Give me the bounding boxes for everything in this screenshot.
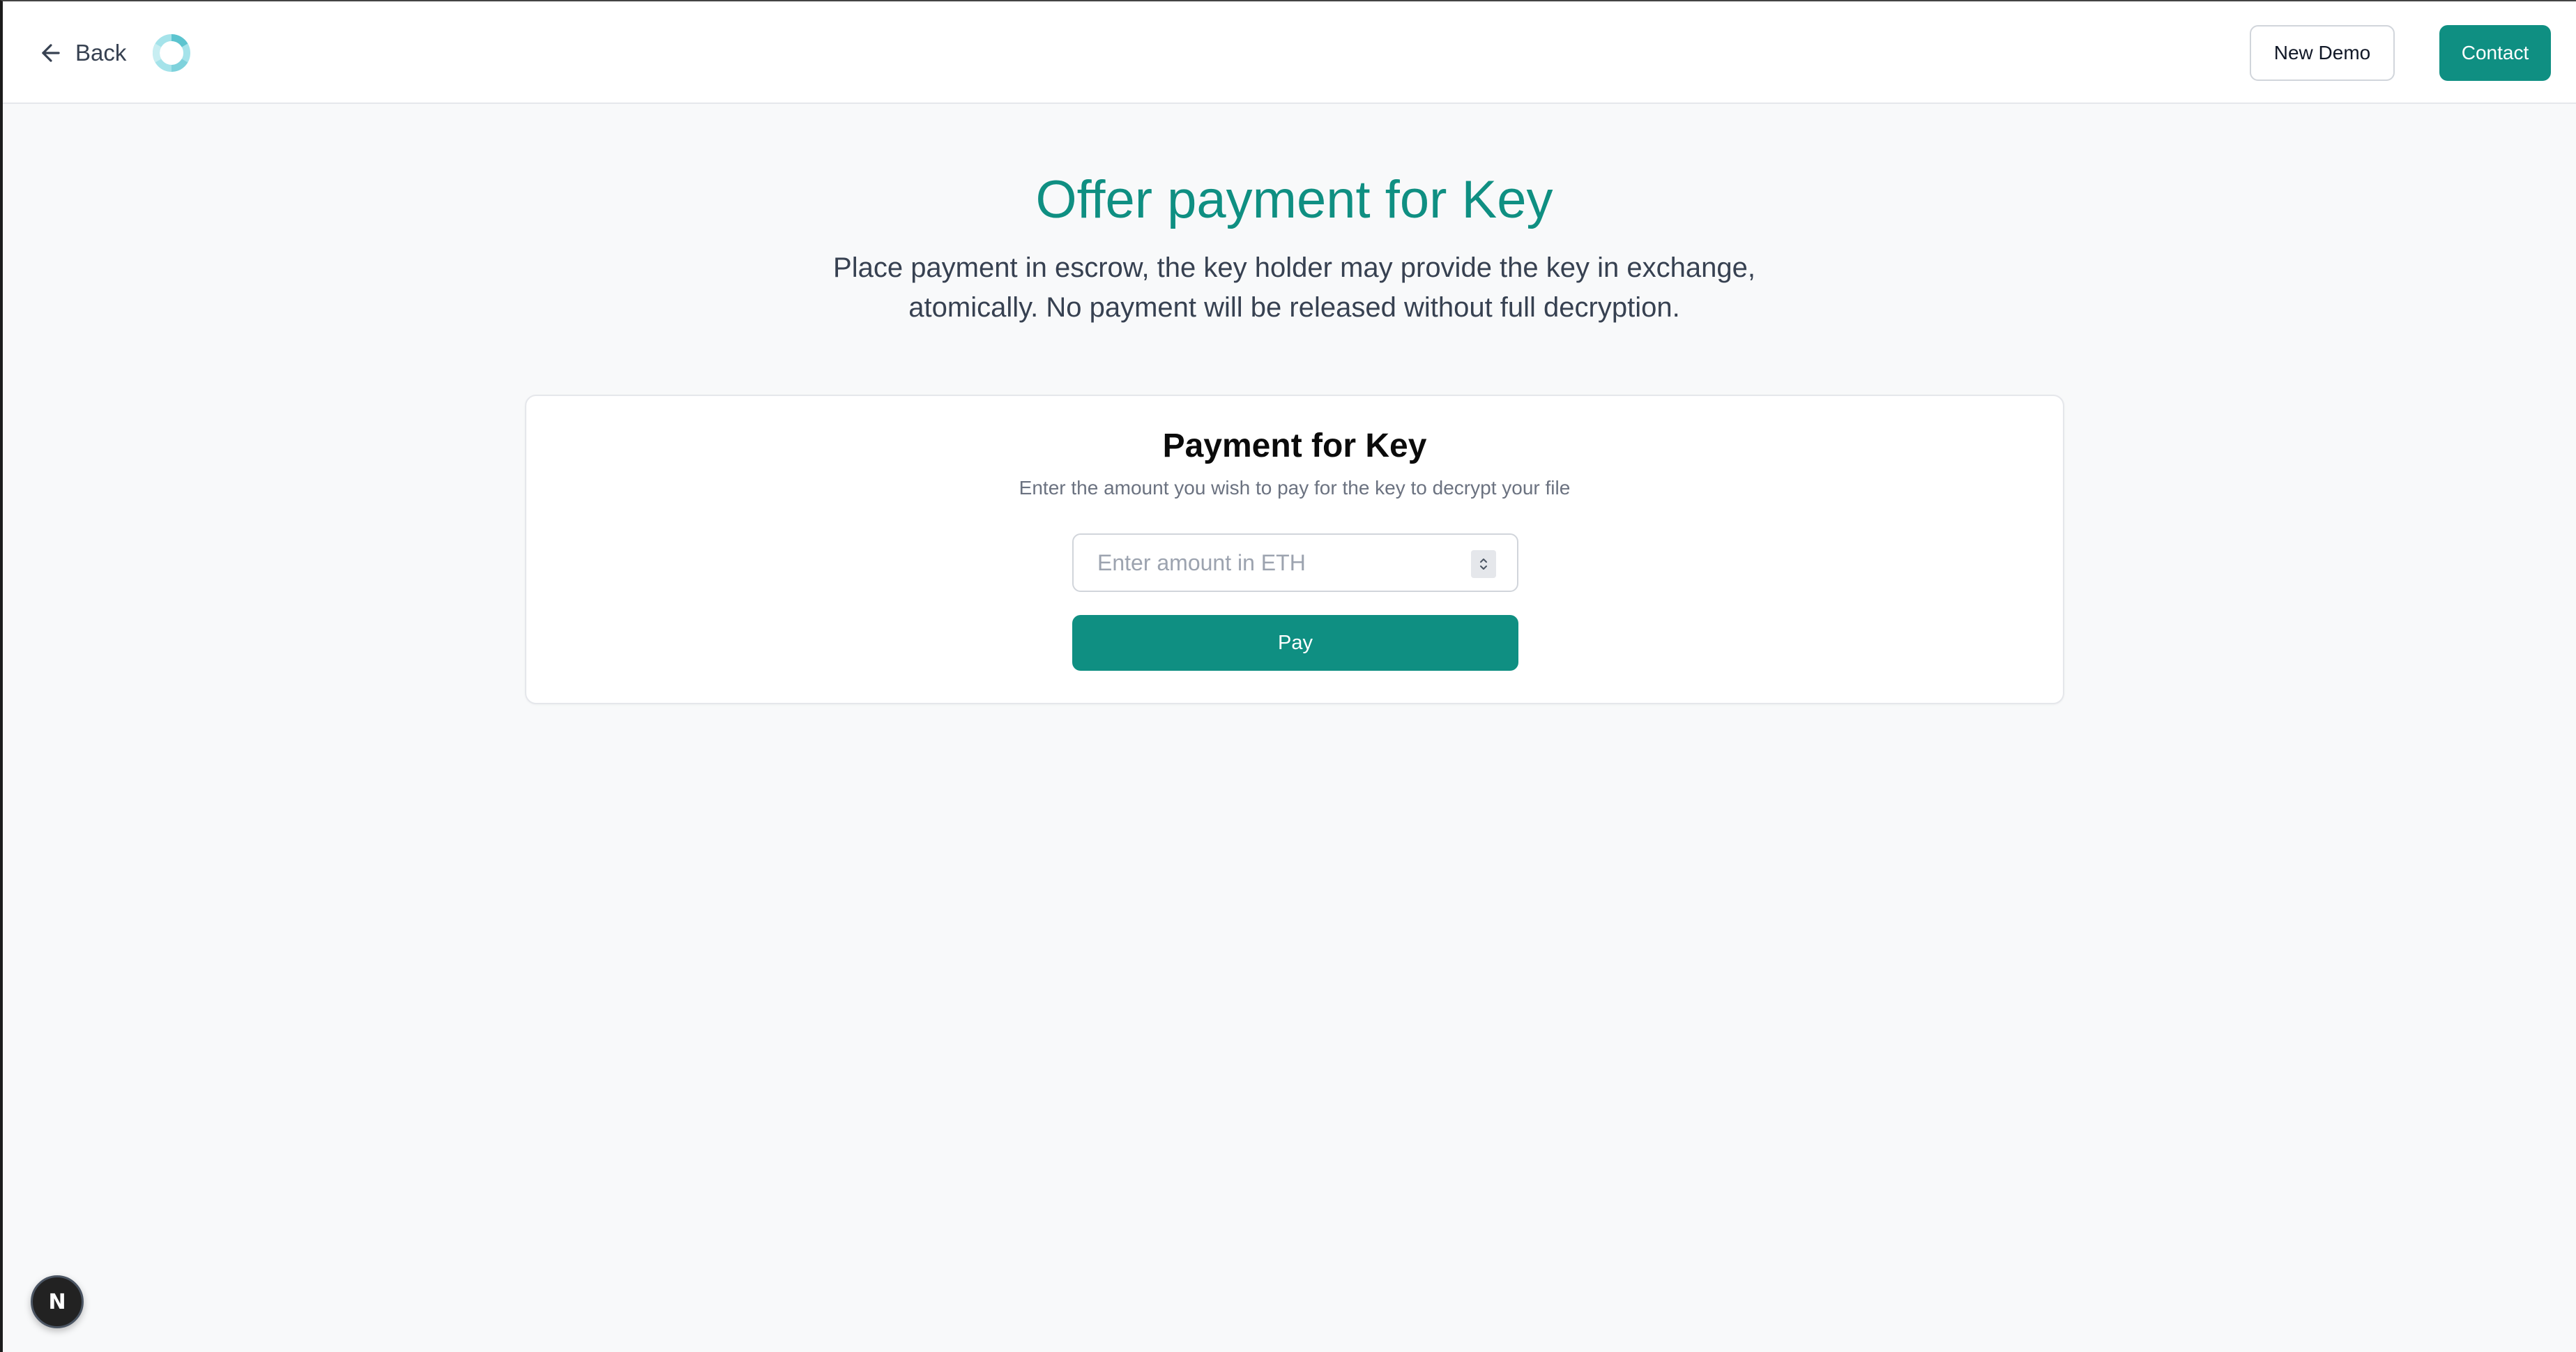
dev-tools-badge[interactable]: N: [31, 1275, 84, 1328]
amount-input[interactable]: [1075, 536, 1465, 589]
page-title: Offer payment for Key: [1035, 170, 1553, 229]
card-subtitle: Enter the amount you wish to pay for the…: [1019, 477, 1571, 499]
contact-button[interactable]: Contact: [2439, 25, 2551, 81]
back-label: Back: [75, 40, 127, 66]
amount-field: [1072, 533, 1518, 592]
app-window: Back New Demo Contact Offer payment for …: [0, 0, 2576, 1352]
top-nav-bar: Back New Demo Contact: [3, 1, 2576, 104]
back-button[interactable]: Back: [38, 34, 126, 72]
number-stepper[interactable]: [1471, 550, 1496, 578]
dev-badge-letter: N: [48, 1289, 66, 1314]
card-title: Payment for Key: [1162, 427, 1427, 464]
payment-card: Payment for Key Enter the amount you wis…: [525, 395, 2064, 704]
pay-button[interactable]: Pay: [1072, 615, 1518, 671]
arrow-left-icon: [42, 44, 60, 62]
new-demo-button[interactable]: New Demo: [2250, 25, 2395, 81]
spinning-logo-icon[interactable]: [151, 32, 192, 74]
page-description: Place payment in escrow, the key holder …: [833, 252, 1755, 323]
chevron-up-down-icon: [1480, 559, 1487, 570]
